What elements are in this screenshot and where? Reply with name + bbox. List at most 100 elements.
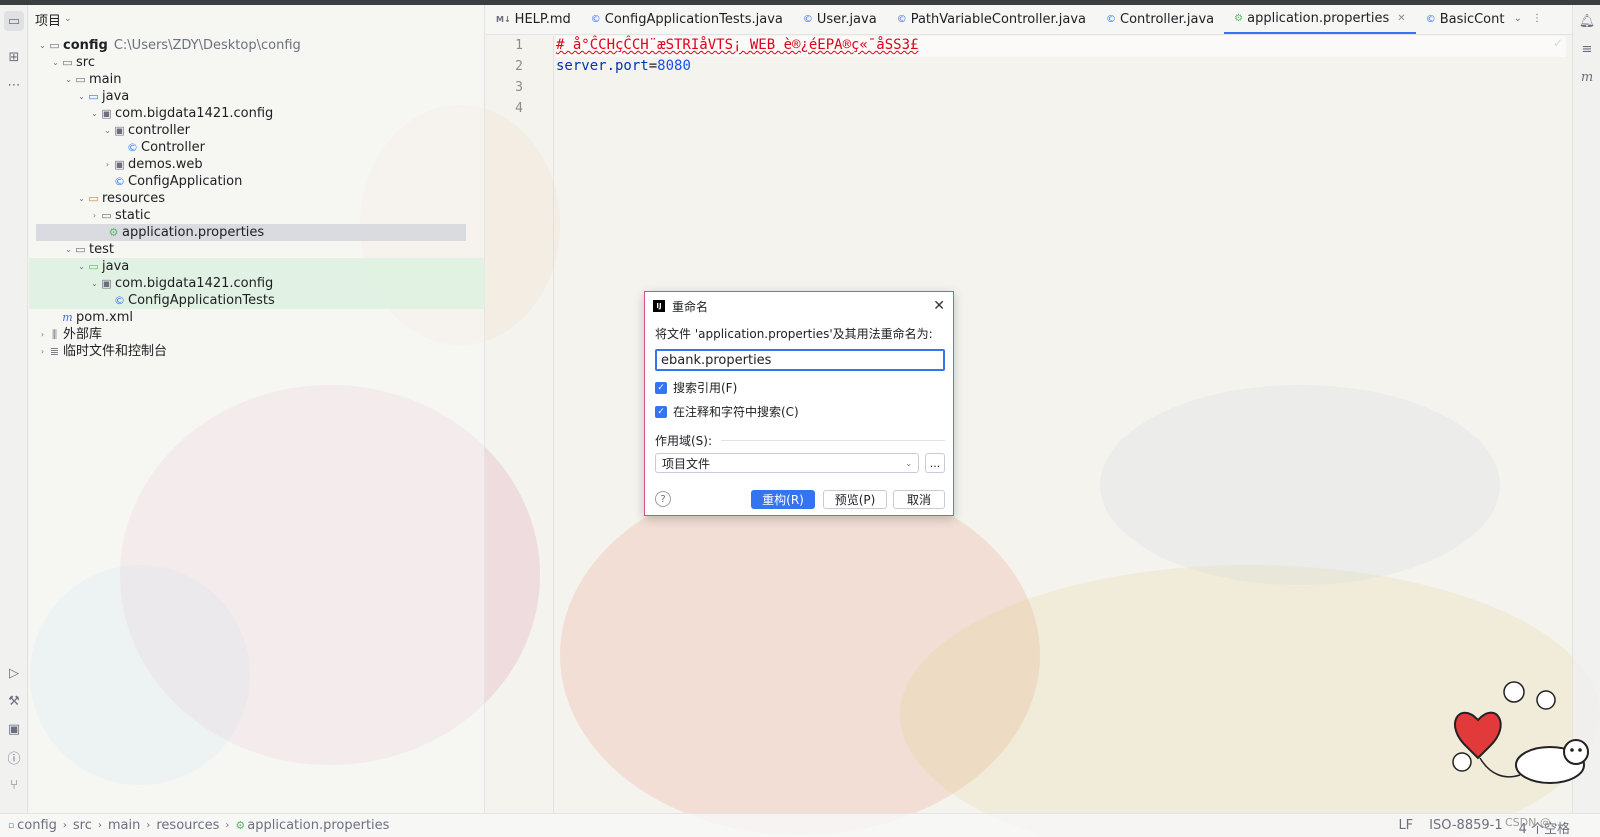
database-icon[interactable]: ≡ [1577,39,1597,59]
close-icon[interactable]: ✕ [933,298,945,314]
tab-user-java[interactable]: © User.java [793,5,887,34]
scratches-icon: ≣ [49,345,60,358]
refactor-button[interactable]: 重构(R) [751,490,815,509]
tab-controller-java[interactable]: © Controller.java [1096,5,1224,34]
checkbox-checked-icon[interactable]: ✓ [655,381,667,394]
project-panel-header[interactable]: 项目 ⌄ [29,5,484,33]
package-icon: ▣ [101,107,112,120]
terminal-icon[interactable]: ▣ [4,719,24,739]
services-icon[interactable]: ▷ [4,663,24,683]
chevron-right-icon[interactable]: › [89,207,100,224]
chevron-down-icon[interactable]: ⌄ [76,258,87,275]
tree-item-label: ConfigApplication [128,174,243,189]
tab-basic-controller[interactable]: © BasicCont [1416,5,1515,34]
breadcrumb-item[interactable]: config [17,818,57,833]
folder-icon: ▭ [75,243,86,256]
library-icon: ⫼ [51,328,58,341]
chevron-down-icon[interactable]: ⌄ [63,71,74,88]
source-folder-icon: ▭ [88,90,99,103]
more-vertical-icon[interactable]: ⋮ [1532,13,1542,24]
tab-label: application.properties [1247,10,1390,26]
class-icon: © [1106,13,1117,25]
breadcrumb-item[interactable]: application.properties [247,818,389,833]
tree-item-main[interactable]: ⌄ ▭ main [29,71,485,88]
tree-item-controller-package[interactable]: ⌄ ▣ controller [29,122,485,139]
chevron-right-icon[interactable]: › [37,326,48,343]
tree-item-test-java[interactable]: ⌄ ▭ java [29,258,485,275]
chevron-right-icon[interactable]: › [102,156,113,173]
chevron-down-icon[interactable]: ⌄ [1514,13,1522,24]
scope-label: 作用域(S): [655,434,713,448]
tree-item-static[interactable]: › ▭ static [29,207,485,224]
notifications-bell-icon[interactable]: 🔔︎ [1577,11,1597,31]
chevron-down-icon[interactable]: ⌄ [63,241,74,258]
maven-file-icon: m [62,311,73,324]
tree-item-java[interactable]: ⌄ ▭ java [29,88,485,105]
tab-application-properties[interactable]: ⚙ application.properties ✕ [1224,5,1416,34]
chevron-down-icon[interactable]: ⌄ [76,190,87,207]
tab-label: PathVariableController.java [910,11,1087,27]
chevron-down-icon[interactable]: ⌄ [102,122,113,139]
properties-file-icon: ⚙ [1234,12,1244,24]
tree-item-label: com.bigdata1421.config [115,276,274,291]
chevron-right-icon[interactable]: › [37,343,48,360]
tree-item-label: 外部库 [63,327,103,342]
help-icon[interactable]: ? [655,491,671,507]
checkbox-checked-icon[interactable]: ✓ [655,405,667,418]
tree-item-label: ConfigApplicationTests [128,293,275,308]
chevron-down-icon[interactable]: ⌄ [89,275,100,292]
tab-label: ConfigApplicationTests.java [604,11,783,27]
tree-item-demos-web[interactable]: › ▣ demos.web [29,156,485,173]
tree-item-src[interactable]: ⌄ ▭ src [29,54,485,71]
tree-item-config-application[interactable]: © ConfigApplication [29,173,485,190]
search-references-checkbox[interactable]: ✓ 搜索引用(F) [655,379,737,396]
chevron-down-icon[interactable]: ⌄ [89,105,100,122]
tree-item-scratches[interactable]: › ≣ 临时文件和控制台 [29,343,485,360]
structure-icon[interactable]: ⊞ [4,47,24,67]
tree-item-label: Controller [141,140,205,155]
class-icon: © [802,13,813,25]
class-icon: © [114,294,125,307]
class-icon: © [896,13,907,25]
tree-item-pom[interactable]: m pom.xml [29,309,485,326]
tree-item-external-libraries[interactable]: › ⫼ 外部库 [29,326,485,343]
cancel-button[interactable]: 取消 [893,490,945,509]
tree-item-resources[interactable]: ⌄ ▭ resources [29,190,485,207]
scope-more-button[interactable]: ... [925,453,945,473]
breadcrumb-item[interactable]: main [108,818,140,833]
tree-item-config[interactable]: ⌄ ▭ config C:\Users\ZDY\Desktop\config [29,37,485,54]
package-icon: ▣ [114,158,125,171]
tab-path-variable-controller[interactable]: © PathVariableController.java [887,5,1096,34]
tree-item-test-package[interactable]: ⌄ ▣ com.bigdata1421.config [29,275,485,292]
tree-item-package[interactable]: ⌄ ▣ com.bigdata1421.config [29,105,485,122]
file-encoding[interactable]: ISO-8859-1 [1429,818,1502,837]
preview-button[interactable]: 预览(P) [823,490,887,509]
build-icon[interactable]: ⚒ [4,691,24,711]
tab-config-application-tests[interactable]: © ConfigApplicationTests.java [581,5,793,34]
tree-item-application-properties[interactable]: ⚙ application.properties [36,224,466,241]
close-icon[interactable]: ✕ [1397,13,1405,24]
tree-item-label: resources [102,191,166,206]
tree-item-test[interactable]: ⌄ ▭ test [29,241,485,258]
breadcrumb-item[interactable]: resources [156,818,219,833]
properties-file-icon: ⚙ [235,819,246,832]
chevron-down-icon[interactable]: ⌄ [76,88,87,105]
chevron-down-icon[interactable]: ⌄ [50,54,61,71]
search-comments-checkbox[interactable]: ✓ 在注释和字符中搜索(C) [655,403,799,420]
problems-icon[interactable]: ⓘ [4,747,24,767]
tree-item-path: C:\Users\ZDY\Desktop\config [113,38,301,53]
line-ending[interactable]: LF [1398,818,1413,837]
scope-select[interactable]: 项目文件 ⌄ [655,453,919,473]
chevron-down-icon[interactable]: ⌄ [37,37,48,54]
project-folder-icon[interactable]: ▭ [4,11,24,31]
tree-item-controller-class[interactable]: © Controller [29,139,485,156]
tab-help-md[interactable]: M↓ HELP.md [486,5,581,34]
maven-icon[interactable]: m [1577,67,1597,87]
git-branch-icon[interactable]: ⑂ [4,775,24,795]
tree-item-label: controller [128,123,191,138]
project-panel-title: 项目 [35,13,62,29]
new-name-input[interactable] [655,349,945,371]
tree-item-config-application-tests[interactable]: © ConfigApplicationTests [29,292,485,309]
more-tools-icon[interactable]: ⋯ [4,75,24,95]
breadcrumb-item[interactable]: src [73,818,92,833]
